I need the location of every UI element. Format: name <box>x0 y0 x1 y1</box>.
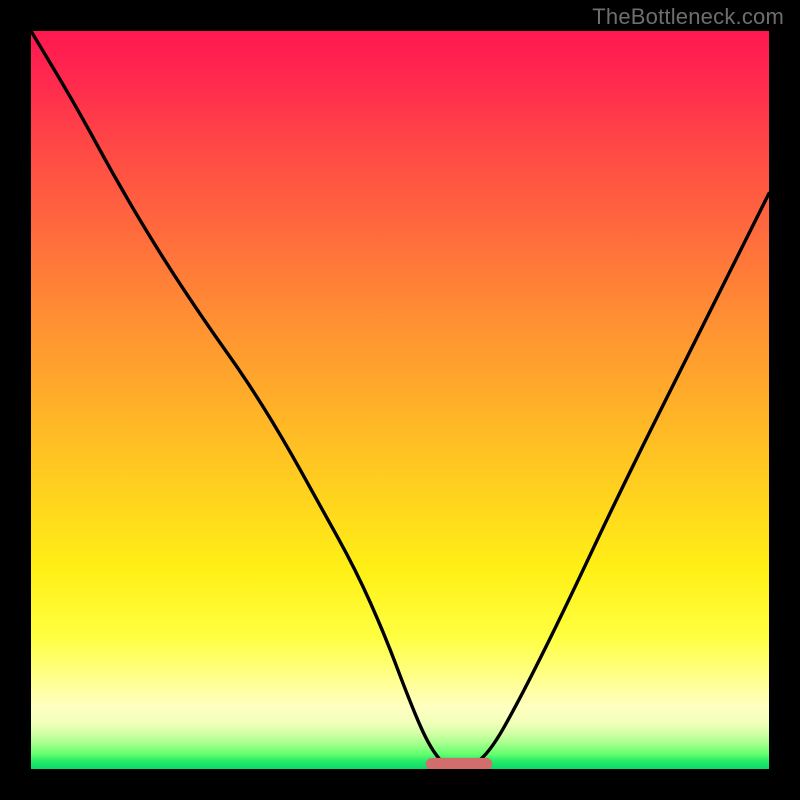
chart-svg <box>31 31 769 769</box>
bottleneck-curve <box>31 31 769 769</box>
chart-stage: TheBottleneck.com <box>0 0 800 800</box>
plot-area <box>31 31 769 769</box>
optimal-range-marker <box>426 758 492 769</box>
watermark-text: TheBottleneck.com <box>592 4 784 30</box>
